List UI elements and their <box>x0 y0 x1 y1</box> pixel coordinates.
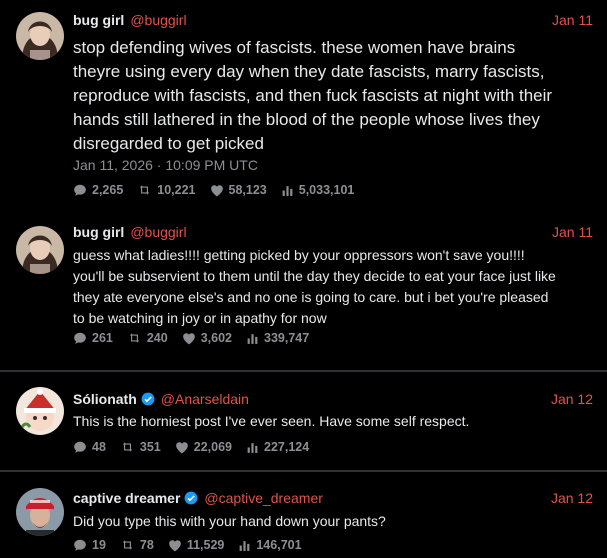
tweet-stats: 2,265 10,221 58,123 5,033,101 <box>73 183 368 197</box>
avatar-image-buggirl <box>16 12 64 60</box>
tweet-header: captive dreamer @captive_dreamer Jan 12 <box>73 489 593 506</box>
like-stat[interactable]: 11,529 <box>168 538 225 552</box>
heart-icon <box>168 539 181 551</box>
post-timestamp[interactable]: Jan 11, 2026 · 10:09 PM UTC <box>73 157 258 173</box>
tweet-reply[interactable]: Sólionath @Anarseldain Jan 12 This is th… <box>0 372 607 470</box>
tweet-text-line: theyre using every day when they date fa… <box>73 62 545 81</box>
views-stat[interactable]: 5,033,101 <box>281 183 355 197</box>
reply-stat[interactable]: 19 <box>73 538 106 552</box>
display-name[interactable]: bug girl <box>73 224 124 240</box>
tweet-text: This is the horniest post I've ever seen… <box>73 411 598 432</box>
post-date[interactable]: Jan 12 <box>551 490 593 506</box>
views-stat[interactable]: 227,124 <box>246 440 309 454</box>
reply-count: 2,265 <box>92 183 124 197</box>
post-date[interactable]: Jan 11 <box>552 12 593 28</box>
heart-icon <box>175 441 188 453</box>
like-count: 22,069 <box>193 440 232 454</box>
verified-badge-icon <box>141 392 155 406</box>
views-icon <box>239 540 250 551</box>
views-stat[interactable]: 146,701 <box>238 538 302 552</box>
tweet-text-line: reproduce with fascists, and then fuck f… <box>73 86 553 105</box>
retweet-stat[interactable]: 240 <box>127 331 168 345</box>
views-count: 146,701 <box>256 538 302 552</box>
retweet-count: 10,221 <box>157 183 196 197</box>
retweet-stat[interactable]: 78 <box>120 538 154 552</box>
tweet-text: stop defending wives of fascists. these … <box>73 36 598 156</box>
post-date[interactable]: Jan 11 <box>552 224 593 240</box>
tweet-text-line: stop defending wives of fascists. these … <box>73 38 516 57</box>
like-count: 3,602 <box>200 331 232 345</box>
retweet-count: 78 <box>139 538 154 552</box>
tweet-reply[interactable]: captive dreamer @captive_dreamer Jan 12 … <box>0 472 607 558</box>
display-name[interactable]: captive dreamer <box>73 490 180 506</box>
tweet-thread-reply[interactable]: bug girl @buggirl Jan 11 guess what ladi… <box>0 214 607 359</box>
user-handle[interactable]: @buggirl <box>130 224 186 240</box>
retweet-icon <box>140 185 150 195</box>
tweet-text-line: they ate everyone else's and no one is g… <box>73 289 549 305</box>
tweet-text-line: hands still lathered in the blood of the… <box>73 110 540 129</box>
retweet-icon <box>122 540 133 550</box>
heart-icon <box>210 184 223 196</box>
reply-stat[interactable]: 261 <box>73 331 113 345</box>
retweet-stat[interactable]: 351 <box>120 440 161 454</box>
avatar[interactable] <box>16 12 64 60</box>
views-icon <box>282 185 293 196</box>
like-count: 58,123 <box>228 183 267 197</box>
tweet-text: Did you type this with your hand down yo… <box>73 511 598 532</box>
retweet-count: 240 <box>146 331 168 345</box>
reply-stat[interactable]: 48 <box>73 440 106 454</box>
avatar[interactable] <box>16 226 64 274</box>
reply-icon <box>74 539 86 551</box>
tweet-text: guess what ladies!!!! getting picked by … <box>73 245 598 329</box>
avatar[interactable] <box>16 387 64 435</box>
verified-badge-icon <box>184 491 198 505</box>
retweet-count: 351 <box>139 440 161 454</box>
like-stat[interactable]: 58,123 <box>210 183 267 197</box>
views-stat[interactable]: 339,747 <box>246 331 309 345</box>
tweet-header: bug girl @buggirl Jan 11 <box>73 224 593 240</box>
post-date[interactable]: Jan 12 <box>551 391 593 407</box>
tweet-main[interactable]: bug girl @buggirl Jan 11 stop defending … <box>0 0 607 214</box>
views-count: 227,124 <box>264 440 310 454</box>
views-count: 5,033,101 <box>298 183 355 197</box>
tweet-text-line: This is the horniest post I've ever seen… <box>73 413 470 429</box>
user-handle[interactable]: @Anarseldain <box>161 391 249 407</box>
display-name[interactable]: Sólionath <box>73 391 137 407</box>
views-count: 339,747 <box>264 331 310 345</box>
views-icon <box>247 442 258 453</box>
tweet-text-line: guess what ladies!!!! getting picked by … <box>73 247 525 263</box>
like-stat[interactable]: 3,602 <box>182 331 232 345</box>
tweet-stats: 48 351 22,069 227,124 <box>73 440 323 454</box>
user-handle[interactable]: @captive_dreamer <box>204 490 323 506</box>
reply-icon <box>74 441 86 453</box>
user-handle[interactable]: @buggirl <box>130 12 186 28</box>
avatar[interactable] <box>16 488 64 536</box>
views-icon <box>247 333 258 344</box>
reply-icon <box>74 332 86 344</box>
tweet-stats: 261 240 3,602 339,747 <box>73 331 323 345</box>
reply-stat[interactable]: 2,265 <box>73 183 123 197</box>
tweet-text-line: to be watching in joy or in apathy for n… <box>73 310 327 326</box>
avatar-image-buggirl <box>16 226 64 274</box>
retweet-icon <box>129 333 140 343</box>
avatar-image-anarseldain <box>16 387 64 435</box>
tweet-header: bug girl @buggirl Jan 11 <box>73 12 593 28</box>
like-stat[interactable]: 22,069 <box>175 440 232 454</box>
like-count: 11,529 <box>186 538 225 552</box>
tweet-header: Sólionath @Anarseldain Jan 12 <box>73 390 593 407</box>
display-name[interactable]: bug girl <box>73 12 124 28</box>
heart-icon <box>182 332 195 344</box>
reply-count: 19 <box>92 538 106 552</box>
reply-count: 261 <box>92 331 113 345</box>
tweet-stats: 19 78 11,529 146,701 <box>73 538 316 552</box>
tweet-text-line: Did you type this with your hand down yo… <box>73 513 386 529</box>
tweet-text-line: disregarded to get picked <box>73 134 264 153</box>
tweet-text-line: you'll be subservient to them until the … <box>73 268 556 284</box>
avatar-image-captive-dreamer <box>16 488 64 536</box>
retweet-icon <box>122 442 133 452</box>
retweet-stat[interactable]: 10,221 <box>137 183 196 197</box>
reply-count: 48 <box>92 440 106 454</box>
reply-icon <box>74 184 86 196</box>
